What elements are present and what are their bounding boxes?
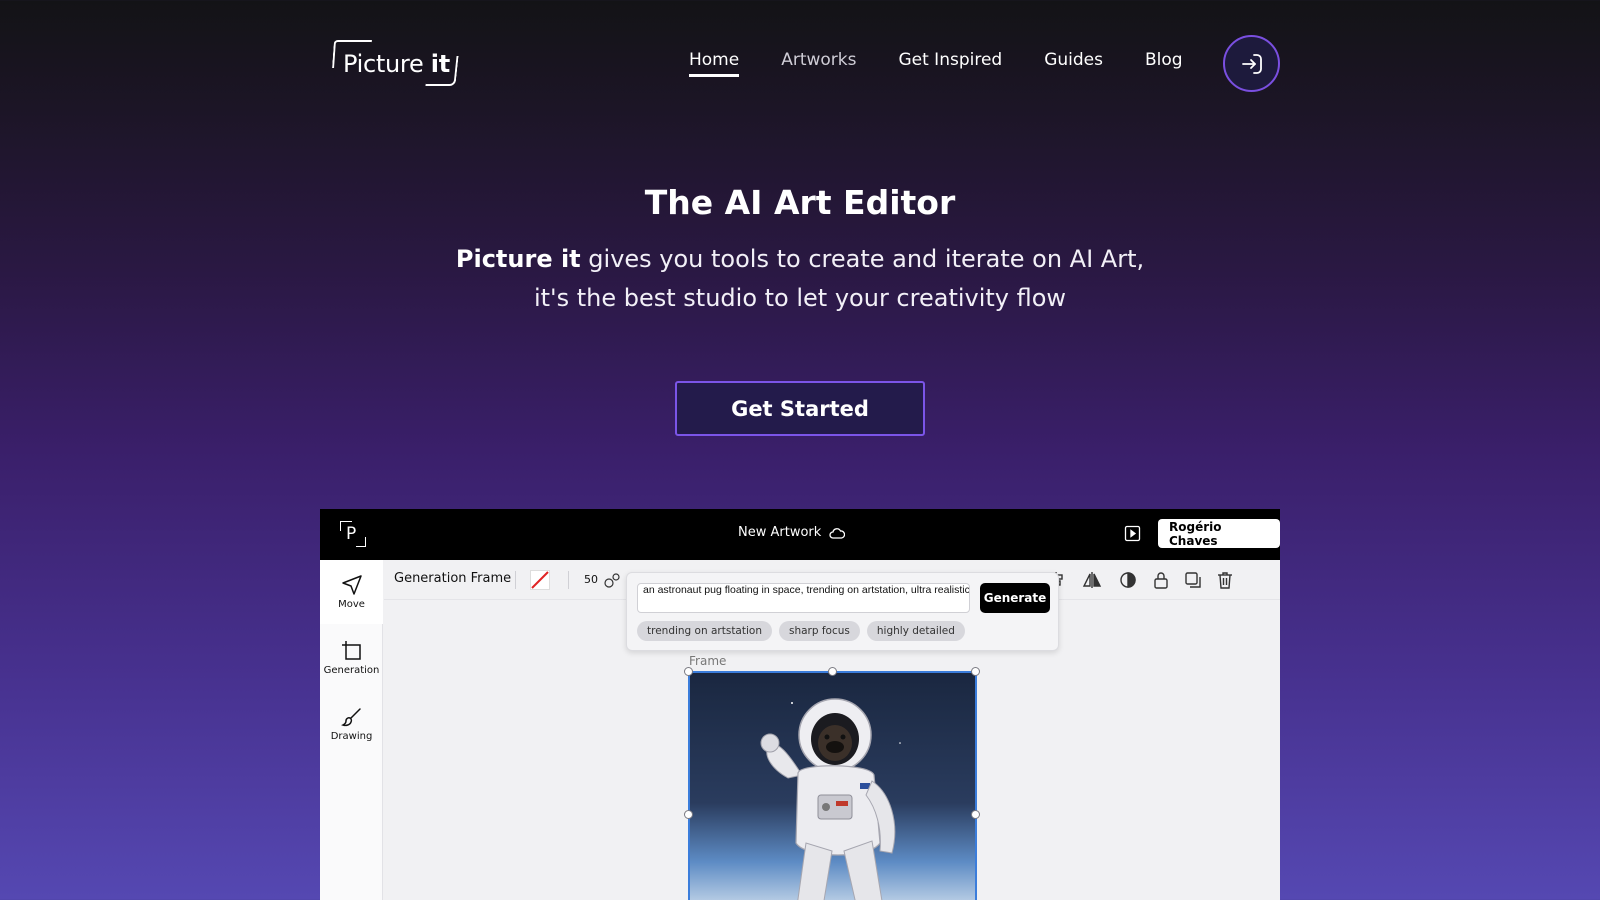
site-header: Picture it Home Artworks Get Inspired Gu…: [0, 0, 1600, 130]
resize-handle[interactable]: [971, 667, 980, 676]
brush-size-icon[interactable]: [602, 570, 622, 590]
prompt-popup: an astronaut pug floating in space, tren…: [626, 572, 1059, 651]
nav-artworks[interactable]: Artworks: [781, 50, 856, 77]
suggestion-chip[interactable]: highly detailed: [866, 621, 965, 641]
tool-drawing-label: Drawing: [330, 731, 373, 742]
hero-title: The AI Art Editor: [644, 183, 956, 222]
nav-blog[interactable]: Blog: [1145, 50, 1183, 77]
trash-icon[interactable]: [1215, 570, 1235, 590]
contrast-icon[interactable]: [1118, 570, 1138, 590]
hero-subtitle: Picture it gives you tools to create and…: [0, 240, 1600, 318]
app-topbar: P New Artwork Rogério Chaves: [320, 509, 1280, 560]
prompt-suggestions: trending on artstation sharp focus highl…: [637, 621, 965, 641]
artwork-title[interactable]: New Artwork: [738, 525, 846, 540]
tool-move[interactable]: Move: [320, 560, 383, 624]
nav-get-inspired[interactable]: Get Inspired: [898, 50, 1002, 77]
tool-generation[interactable]: Generation: [320, 626, 383, 690]
resize-handle[interactable]: [971, 810, 980, 819]
tool-drawing[interactable]: Drawing: [320, 692, 383, 756]
no-fill-color-icon[interactable]: [530, 570, 550, 590]
tool-move-label: Move: [338, 599, 365, 610]
frame-crop-icon: [341, 641, 361, 660]
prompt-input[interactable]: an astronaut pug floating in space, tren…: [637, 583, 970, 613]
app-logo-icon[interactable]: P: [340, 521, 366, 547]
duplicate-icon[interactable]: [1183, 570, 1203, 590]
toolbar-divider: [568, 571, 569, 589]
hero-subtitle-brand: Picture it: [455, 245, 581, 273]
tool-sidebar: Move Generation Drawing: [320, 560, 383, 900]
logo-text: Picture it: [343, 50, 450, 78]
generate-button[interactable]: Generate: [980, 583, 1050, 613]
generation-frame[interactable]: [688, 671, 977, 900]
frame-label: Frame: [689, 654, 727, 668]
suggestion-chip[interactable]: trending on artstation: [637, 621, 772, 641]
tool-generation-label: Generation: [323, 665, 380, 676]
main-nav: Home Artworks Get Inspired Guides Blog: [689, 50, 1183, 77]
resize-handle[interactable]: [684, 667, 693, 676]
play-preview-icon[interactable]: [1124, 525, 1141, 542]
toolbar-divider: [515, 571, 516, 589]
flip-horizontal-icon[interactable]: [1082, 570, 1102, 590]
hero-subtitle-line1: gives you tools to create and iterate on…: [580, 245, 1145, 273]
resize-handle[interactable]: [828, 667, 837, 676]
resize-handle[interactable]: [684, 810, 693, 819]
login-button[interactable]: [1223, 35, 1280, 92]
get-started-button[interactable]: Get Started: [675, 381, 925, 436]
brush-icon: [340, 708, 361, 727]
user-button[interactable]: Rogério Chaves: [1158, 519, 1280, 548]
nav-home[interactable]: Home: [689, 50, 740, 77]
picture-it-logo[interactable]: Picture it: [332, 40, 459, 88]
lock-icon[interactable]: [1151, 570, 1171, 590]
brush-size-value[interactable]: 50: [584, 573, 598, 586]
login-arrow-icon: [1241, 53, 1262, 74]
astronaut-pug-image: [760, 698, 901, 900]
artwork-title-text: New Artwork: [738, 525, 822, 540]
cloud-sync-icon: [829, 527, 846, 539]
suggestion-chip[interactable]: sharp focus: [778, 621, 860, 641]
toolbar-label: Generation Frame: [394, 571, 512, 586]
nav-guides[interactable]: Guides: [1044, 50, 1103, 77]
cursor-arrow-icon: [341, 575, 362, 595]
hero-subtitle-line2: it's the best studio to let your creativ…: [533, 284, 1067, 312]
